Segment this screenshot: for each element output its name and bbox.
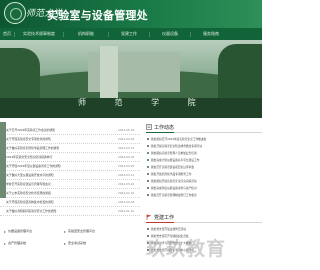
work-news-text[interactable]: 我处组织开展实验室安全应急演练活动 <box>151 179 261 183</box>
party-work-title[interactable]: 党建工作 <box>154 214 174 221</box>
news-title[interactable]: 关于开展2024年度仪器设备清查工作的通知 <box>6 164 106 168</box>
news-title[interactable]: 2024年实验室安全知识培训圆满举行 <box>6 155 106 159</box>
news-title[interactable]: 学校召开实验室建设与管理专题会议 <box>6 182 106 186</box>
list-item[interactable]: 我处完成大型仪器设备共享平台建设工作 <box>146 157 262 164</box>
news-title[interactable]: 关于做好寒假期间实验室安全工作的通知 <box>6 209 106 213</box>
bullet-icon <box>147 187 149 189</box>
work-news-text[interactable]: 我处完成年度仪器设备清查与资产核对 <box>151 186 261 190</box>
news-title[interactable]: 关于开展实验室安全专项检查的通知 <box>6 137 106 141</box>
list-item[interactable]: 我处组织召开2024年度实验室安全工作推进会 <box>146 136 262 143</box>
news-title[interactable]: 关于召开2024年实验室工作会议的通知 <box>6 128 106 132</box>
quick-link[interactable]: ▸ 资产管理系统 <box>4 240 26 246</box>
list-item[interactable]: 我处组织实验室管理人员参加业务培训 <box>146 150 262 157</box>
news-photo[interactable] <box>0 122 6 198</box>
work-news-text[interactable]: 我处开展实验室安全隐患排查整改专项行动 <box>151 144 261 148</box>
list-item[interactable]: 我处开展危险化学品专项检查工作 <box>146 171 262 178</box>
news-list: 关于召开2024年实验室工作会议的通知 2024-05-10 关于开展实验室安全… <box>0 122 140 220</box>
news-date: 2024-04-28 <box>118 137 135 141</box>
quick-link[interactable]: ▸ 仪器设备管理平台 <box>4 228 32 234</box>
news-item[interactable]: 关于做好实验室危险化学品管理工作的通知 2024-04-15 <box>0 144 140 153</box>
list-item[interactable]: 我处组织开展实验室安全应急演练活动 <box>146 178 262 185</box>
party-work-header: 党建工作 <box>146 212 262 223</box>
arrow-right-icon: ▸ <box>64 240 67 246</box>
work-news-title[interactable]: 工作动态 <box>154 124 174 131</box>
section-underline <box>146 222 174 223</box>
party-work-text[interactable]: 我处党支部开展主题党日活动 <box>151 227 261 231</box>
work-news-text[interactable]: 我处完成大型仪器设备共享平台建设工作 <box>151 158 261 162</box>
news-date: 2024-02-22 <box>118 191 135 195</box>
main-nav: 首页 实验技术规章制度 机构职能 党建工作 仪器设备 服务指南 <box>0 28 262 40</box>
news-item[interactable]: 关于开展2024年度仪器设备清查工作的通知 2024-03-20 <box>0 162 140 171</box>
news-item[interactable]: 关于召开2024年实验室工作会议的通知 2024-05-10 <box>0 126 140 135</box>
bullet-icon <box>147 145 149 147</box>
news-date: 2024-03-20 <box>118 164 135 168</box>
nav-item-home[interactable]: 首页 <box>0 31 14 37</box>
quick-link[interactable]: ▸ 实验室安全管理平台 <box>64 228 95 234</box>
arrow-right-icon: ▸ <box>64 228 67 234</box>
news-title[interactable]: 关于做好大型仪器设备开放共享的通知 <box>6 173 106 177</box>
news-item[interactable]: 2024年实验室安全知识培训圆满举行 2024-04-02 <box>0 153 140 162</box>
quick-link-label[interactable]: 仪器设备管理平台 <box>8 229 32 233</box>
news-date: 2024-04-02 <box>118 155 135 159</box>
news-item[interactable]: 关于做好寒假期间实验室安全工作的通知 2024-01-10 <box>0 207 140 216</box>
site-title: 实验室与设备管理处 <box>47 9 148 22</box>
news-date: 2024-01-10 <box>118 209 135 213</box>
news-item[interactable]: 关于开展实验室废弃物集中处置的通知 2024-02-18 <box>0 198 140 207</box>
section-underline <box>146 132 174 133</box>
news-item[interactable]: 关于开展实验室安全专项检查的通知 2024-04-28 <box>0 135 140 144</box>
work-news-text[interactable]: 我处组织召开2024年度实验室安全工作推进会 <box>151 137 261 141</box>
quick-link-label[interactable]: 实验室安全管理平台 <box>68 229 95 233</box>
bullet-icon <box>147 194 149 196</box>
news-title[interactable]: 关于做好实验室危险化学品管理工作的通知 <box>6 146 106 150</box>
quick-link[interactable]: ▸ 安全考试系统 <box>64 240 86 246</box>
work-news-text[interactable]: 我处组织实验室管理人员参加业务培训 <box>151 151 261 155</box>
news-item[interactable]: 关于公布实验室安全检查结果的通报 2024-02-22 <box>0 189 140 198</box>
news-date: 2024-02-18 <box>118 200 135 204</box>
banner-gate <box>100 46 118 98</box>
quick-link-label[interactable]: 资产管理系统 <box>8 241 26 245</box>
bullet-icon <box>147 152 149 154</box>
flag-icon <box>146 214 152 220</box>
news-date: 2024-05-10 <box>118 128 135 132</box>
work-news-header: 工作动态 <box>146 122 262 133</box>
campus-banner: 师 范 学 院 <box>0 40 262 118</box>
news-title[interactable]: 关于开展实验室废弃物集中处置的通知 <box>6 200 106 204</box>
banner-slogan: 师 范 学 院 <box>78 98 209 107</box>
news-title[interactable]: 关于公布实验室安全检查结果的通报 <box>6 191 106 195</box>
list-item[interactable]: 我处党支部开展主题党日活动 <box>146 226 262 233</box>
list-item[interactable]: 我处开展实验室安全隐患排查整改专项行动 <box>146 143 262 150</box>
nav-item-lab-rules[interactable]: 实验技术规章制度 <box>15 31 63 37</box>
university-seal-logo[interactable] <box>4 2 26 24</box>
news-date: 2024-03-12 <box>118 173 135 177</box>
work-news-section: 工作动态 我处组织召开2024年度实验室安全工作推进会 我处开展实验室安全隐患排… <box>146 122 262 202</box>
nav-item-equipment[interactable]: 仪器设备 <box>150 31 190 37</box>
news-date: 2024-04-15 <box>118 146 135 150</box>
work-news-text[interactable]: 我处召开实验室管理制度修订工作会议 <box>151 193 261 197</box>
nav-item-party[interactable]: 党建工作 <box>109 31 149 37</box>
bullet-icon <box>147 166 149 168</box>
bullet-icon <box>147 138 149 140</box>
work-news-text[interactable]: 我处开展危险化学品专项检查工作 <box>151 172 261 176</box>
watermark-text: 玖玖教育 <box>146 238 227 260</box>
quick-links: ▸ 仪器设备管理平台 ▸ 实验室安全管理平台 ▸ 资产管理系统 ▸ 安全考试系统 <box>0 224 140 270</box>
bullet-icon <box>147 173 149 175</box>
bullet-icon <box>147 180 149 182</box>
list-item[interactable]: 我处完成年度仪器设备清查与资产核对 <box>146 185 262 192</box>
news-item[interactable]: 学校召开实验室建设与管理专题会议 2024-03-01 <box>0 180 140 189</box>
list-item[interactable]: 我处召开实验室管理制度修订工作会议 <box>146 192 262 199</box>
arrow-right-icon: ▸ <box>4 228 7 234</box>
quick-link-label[interactable]: 安全考试系统 <box>68 241 86 245</box>
document-icon <box>146 124 152 130</box>
site-header: 师范大学 实验室与设备管理处 <box>0 0 262 28</box>
bullet-icon <box>147 228 149 230</box>
news-item[interactable]: 关于做好大型仪器设备开放共享的通知 2024-03-12 <box>0 171 140 180</box>
work-news-text[interactable]: 我处召开实验室建设项目论证评审会 <box>151 165 261 169</box>
bullet-icon <box>147 159 149 161</box>
list-item[interactable]: 我处召开实验室建设项目论证评审会 <box>146 164 262 171</box>
nav-item-org[interactable]: 机构职能 <box>64 31 108 37</box>
news-date: 2024-03-01 <box>118 182 135 186</box>
arrow-right-icon: ▸ <box>4 240 7 246</box>
nav-item-guide[interactable]: 服务指南 <box>191 31 231 37</box>
